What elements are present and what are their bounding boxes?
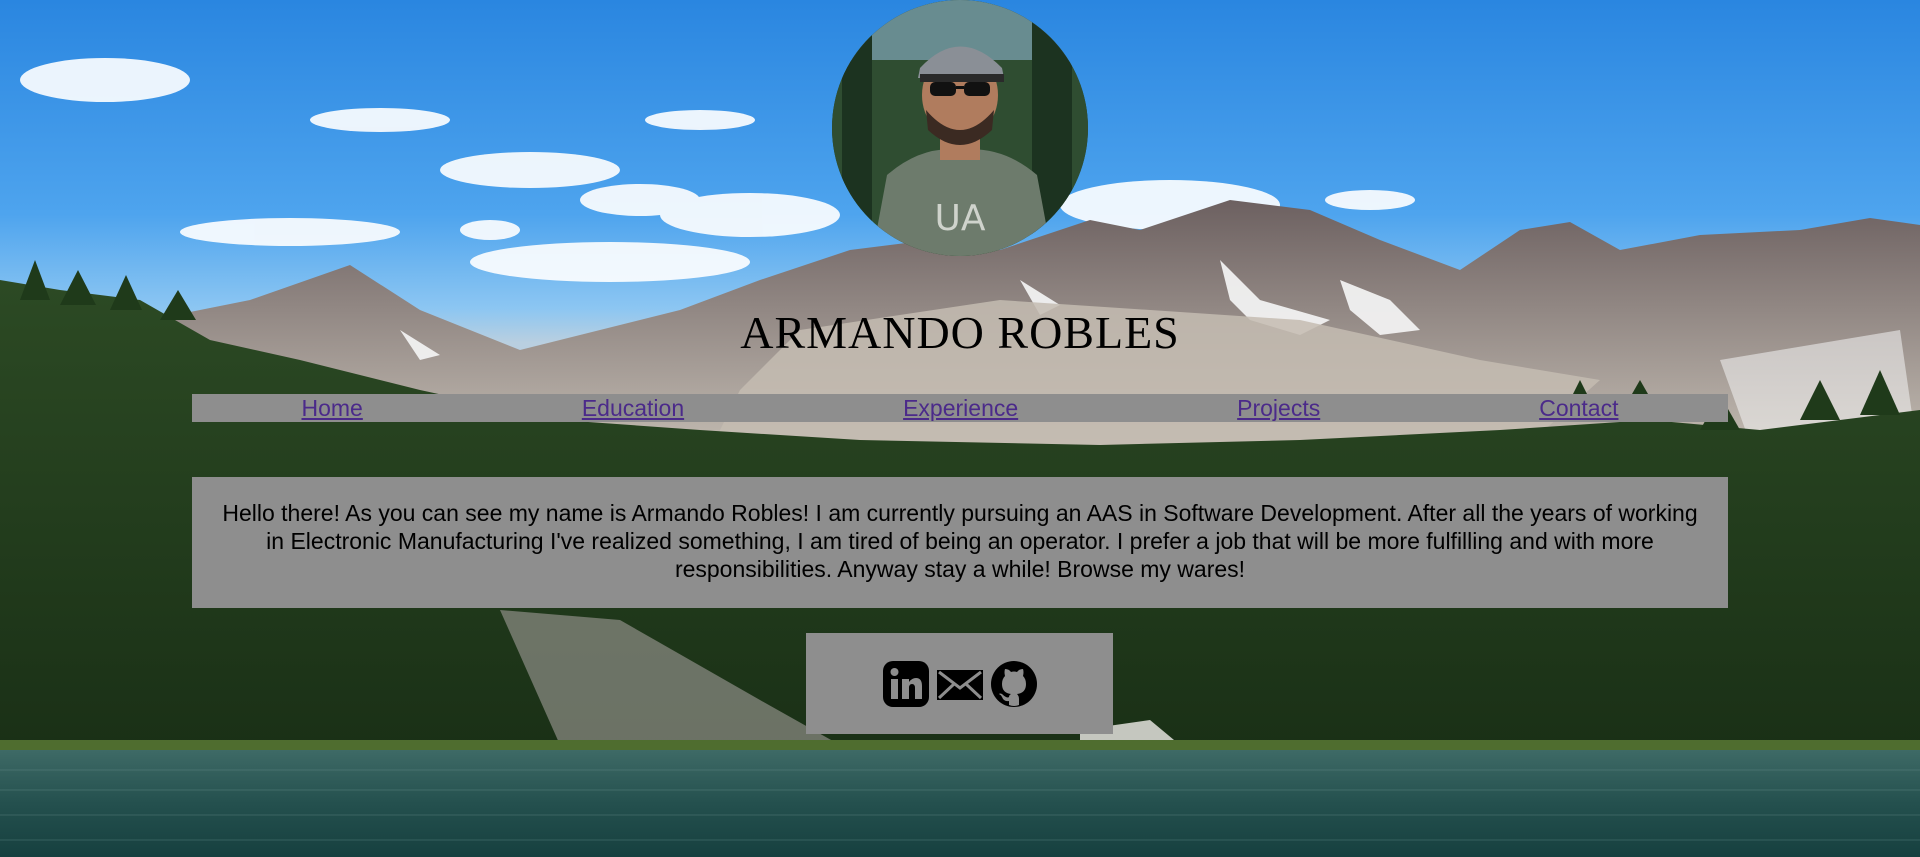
linkedin-icon[interactable] xyxy=(882,660,930,708)
intro-text: Hello there! As you can see my name is A… xyxy=(222,500,1698,582)
profile-photo: UA xyxy=(832,0,1088,256)
main-nav: Home Education Experience Projects Conta… xyxy=(192,394,1728,422)
nav-projects-link[interactable]: Projects xyxy=(1237,394,1320,422)
email-icon[interactable] xyxy=(936,660,984,708)
nav-home-link[interactable]: Home xyxy=(301,394,362,422)
social-links-panel xyxy=(806,633,1113,734)
svg-text:UA: UA xyxy=(935,198,986,239)
nav-contact-link[interactable]: Contact xyxy=(1539,394,1618,422)
intro-panel: Hello there! As you can see my name is A… xyxy=(192,477,1728,608)
github-icon[interactable] xyxy=(990,660,1038,708)
site-title: ARMANDO ROBLES xyxy=(740,307,1180,358)
nav-education-link[interactable]: Education xyxy=(582,394,684,422)
nav-experience-link[interactable]: Experience xyxy=(903,394,1018,422)
